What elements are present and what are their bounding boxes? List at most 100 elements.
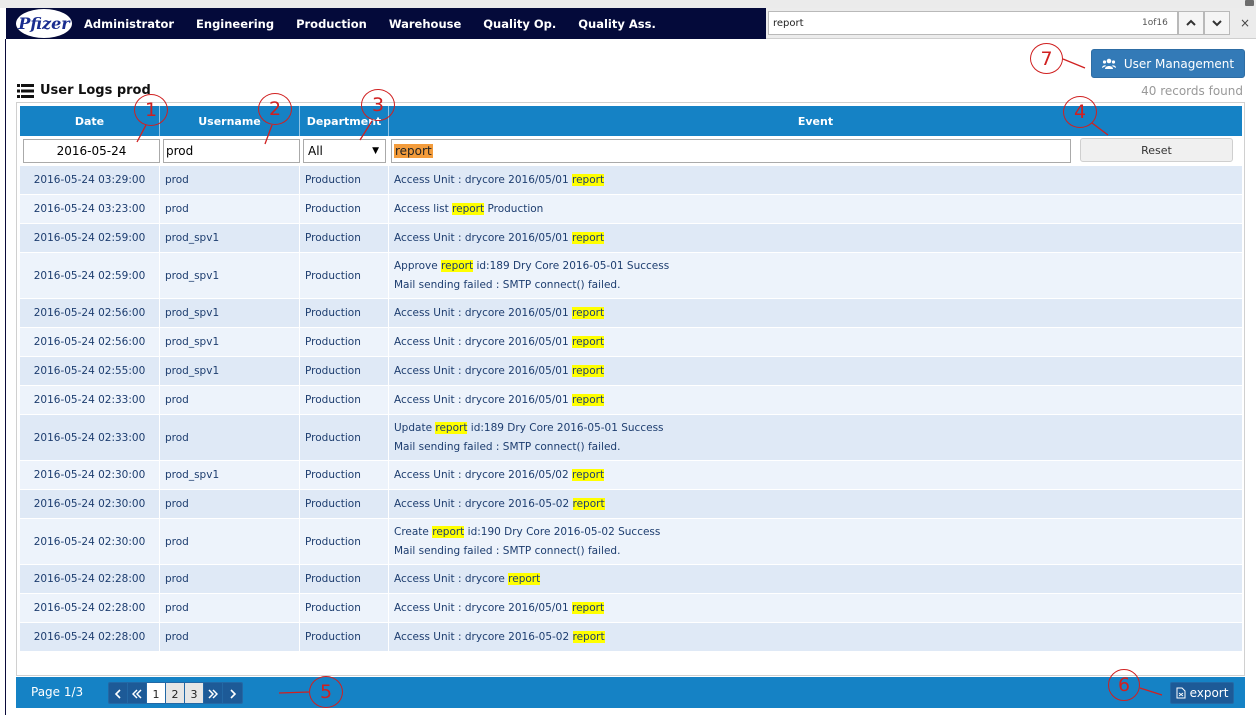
last-page-button[interactable]: [204, 683, 223, 703]
user-management-button[interactable]: User Management: [1091, 49, 1245, 78]
nav-item-warehouse[interactable]: Warehouse: [389, 17, 461, 31]
username-filter-input[interactable]: [163, 139, 300, 163]
search-highlight: report: [572, 630, 605, 643]
annotation-marker-4: 4: [1063, 96, 1097, 128]
table-row[interactable]: 2016-05-24 02:33:00 prod Production Access …: [20, 386, 1242, 415]
prev-page-button[interactable]: [109, 683, 128, 703]
find-prev-button[interactable]: [1178, 11, 1204, 35]
search-highlight: report: [572, 364, 605, 377]
cell-event: Approve report id:189 Dry Core 2016-05-0…: [389, 253, 1242, 298]
column-header-event[interactable]: Event: [389, 106, 1242, 136]
cell-department: Production: [300, 415, 389, 460]
cell-event: Access Unit : drycore 2016/05/01 report: [389, 299, 1242, 327]
table-row[interactable]: 2016-05-24 02:56:00 prod_spv1 Production Ac…: [20, 328, 1242, 357]
page-3-button[interactable]: 3: [185, 683, 204, 703]
page-info: Page 1/3: [31, 685, 84, 699]
export-button[interactable]: export: [1170, 682, 1234, 704]
cell-department: Production: [300, 594, 389, 622]
cell-department: Production: [300, 565, 389, 593]
cell-department: Production: [300, 253, 389, 298]
cell-username: prod_spv1: [160, 357, 300, 385]
pfizer-logo[interactable]: Pfizer: [16, 9, 72, 38]
table-row[interactable]: 2016-05-24 02:55:00 prod_spv1 Production Ac…: [20, 357, 1242, 386]
cell-date: 2016-05-24 02:59:00: [20, 224, 160, 252]
table-row[interactable]: 2016-05-24 03:29:00 prod Production Access …: [20, 166, 1242, 195]
event-text: Access Unit : drycore 2016/05/01: [394, 393, 573, 406]
find-match-count: 1of16: [1142, 18, 1168, 28]
event-line: Access Unit : drycore 2016/05/01 report: [394, 171, 605, 190]
event-text: Access Unit : drycore 2016/05/01: [394, 601, 573, 614]
annotation-marker-1: 1: [134, 94, 168, 126]
dropdown-arrow-icon: ▼: [372, 146, 379, 156]
cell-department: Production: [300, 519, 389, 564]
first-page-button[interactable]: [128, 683, 147, 703]
cell-date: 2016-05-24 02:30:00: [20, 461, 160, 489]
chevron-right-icon: [229, 689, 236, 699]
cell-date: 2016-05-24 02:33:00: [20, 386, 160, 414]
export-label: export: [1189, 686, 1229, 700]
double-chevron-right-icon: [208, 689, 218, 699]
table-row[interactable]: 2016-05-24 02:33:00 prod Production Update …: [20, 415, 1242, 461]
nav-item-engineering[interactable]: Engineering: [196, 17, 274, 31]
cell-department: Production: [300, 623, 389, 651]
scrollbar-thumb[interactable]: [1245, 0, 1254, 6]
table-row[interactable]: 2016-05-24 02:30:00 prod Production Access …: [20, 490, 1242, 519]
cell-event: Access Unit : drycore 2016/05/01 report: [389, 328, 1242, 356]
cell-username: prod_spv1: [160, 299, 300, 327]
nav-item-administrator[interactable]: Administrator: [84, 17, 174, 31]
event-line: Access Unit : drycore 2016/05/01 report: [394, 362, 605, 381]
table-row[interactable]: 2016-05-24 02:59:00 prod_spv1 Production Ap…: [20, 253, 1242, 299]
find-close-button[interactable]: ×: [1240, 16, 1250, 30]
event-text: Mail sending failed : SMTP connect() fai…: [394, 440, 621, 453]
nav-item-quality-op[interactable]: Quality Op.: [483, 17, 556, 31]
table-row[interactable]: 2016-05-24 02:30:00 prod_spv1 Production Ac…: [20, 461, 1242, 490]
event-line: Access Unit : drycore 2016/05/01 report: [394, 304, 605, 323]
event-filter-input[interactable]: report: [391, 139, 1071, 163]
cell-username: prod: [160, 490, 300, 518]
find-input[interactable]: [768, 11, 1178, 35]
event-line: Access Unit : drycore 2016-05-02 report: [394, 628, 605, 647]
list-icon: [17, 83, 34, 98]
cell-event: Create report id:190 Dry Core 2016-05-02…: [389, 519, 1242, 564]
event-line: Mail sending failed : SMTP connect() fai…: [394, 276, 620, 295]
date-filter-input[interactable]: [23, 139, 160, 163]
table-row[interactable]: 2016-05-24 03:23:00 prod Production Access …: [20, 195, 1242, 224]
cell-date: 2016-05-24 02:28:00: [20, 594, 160, 622]
event-text: Access Unit : drycore 2016/05/01: [394, 173, 573, 186]
cell-event: Access Unit : drycore report: [389, 565, 1242, 593]
event-line: Access Unit : drycore 2016-05-02 report: [394, 495, 605, 514]
user-logs-table: Date Username Department Event All ▼ rep…: [16, 102, 1245, 676]
table-row[interactable]: 2016-05-24 02:30:00 prod Production Create …: [20, 519, 1242, 565]
top-navbar: Pfizer Administrator Engineering Product…: [6, 8, 766, 39]
cell-username: prod: [160, 623, 300, 651]
reset-button[interactable]: Reset: [1080, 138, 1233, 162]
event-text: Approve: [394, 259, 442, 272]
cell-username: prod: [160, 195, 300, 223]
page-2-button[interactable]: 2: [166, 683, 185, 703]
cell-username: prod: [160, 594, 300, 622]
page-1-button[interactable]: 1: [147, 683, 166, 703]
department-filter-select[interactable]: All ▼: [303, 139, 386, 163]
cell-username: prod_spv1: [160, 253, 300, 298]
annotation-marker-5: 5: [309, 676, 343, 708]
event-text: Mail sending failed : SMTP connect() fai…: [394, 278, 621, 291]
find-next-button[interactable]: [1204, 11, 1230, 35]
event-text: id:189 Dry Core 2016-05-01 Success: [467, 421, 664, 434]
nav-item-production[interactable]: Production: [296, 17, 367, 31]
table-row[interactable]: 2016-05-24 02:28:00 prod Production Access …: [20, 623, 1242, 652]
cell-date: 2016-05-24 02:28:00: [20, 623, 160, 651]
table-row[interactable]: 2016-05-24 02:28:00 prod Production Access …: [20, 565, 1242, 594]
nav-item-quality-ass[interactable]: Quality Ass.: [578, 17, 656, 31]
cell-event: Access Unit : drycore 2016/05/01 report: [389, 357, 1242, 385]
table-row[interactable]: 2016-05-24 02:59:00 prod_spv1 Production Ac…: [20, 224, 1242, 253]
cell-date: 2016-05-24 02:30:00: [20, 519, 160, 564]
search-highlight: report: [572, 468, 605, 481]
event-text: Access Unit : drycore 2016-05-02: [394, 497, 573, 510]
browser-find-bar: 1of16 ×: [766, 8, 1256, 39]
cell-date: 2016-05-24 02:28:00: [20, 565, 160, 593]
table-row[interactable]: 2016-05-24 02:28:00 prod Production Access …: [20, 594, 1242, 623]
file-export-icon: [1176, 687, 1186, 699]
table-row[interactable]: 2016-05-24 02:56:00 prod_spv1 Production Ac…: [20, 299, 1242, 328]
next-page-button[interactable]: [223, 683, 242, 703]
cell-username: prod: [160, 386, 300, 414]
